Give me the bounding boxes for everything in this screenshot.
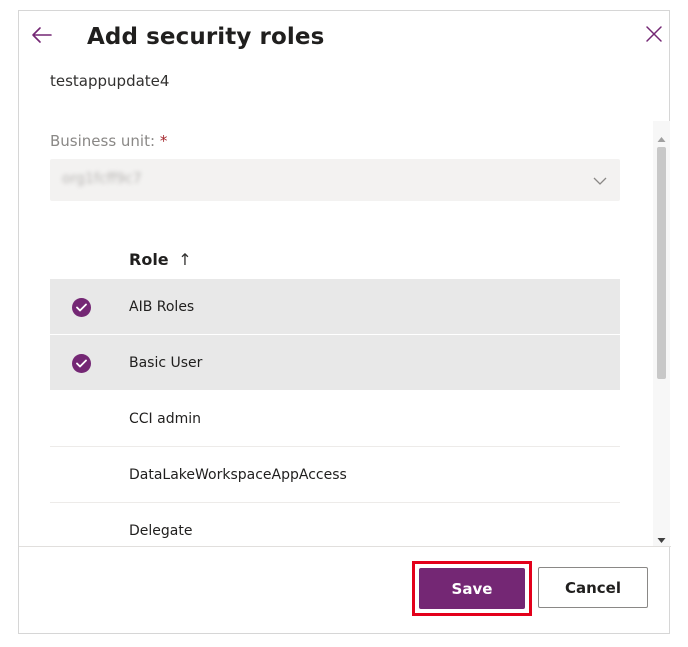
role-column-header-label: Role xyxy=(129,250,169,269)
save-button[interactable]: Save xyxy=(419,568,525,609)
roles-scroll-area[interactable]: Business unit: * org1fcff9c7 Role ↑ AIB … xyxy=(19,121,671,546)
role-column-header[interactable]: Role ↑ xyxy=(129,250,192,269)
back-arrow-icon[interactable] xyxy=(29,22,55,48)
role-label: CCI admin xyxy=(129,411,201,427)
scrollbar-thumb[interactable] xyxy=(657,147,666,379)
role-label: Basic User xyxy=(129,355,203,371)
role-row[interactable]: DataLakeWorkspaceAppAccess xyxy=(50,447,620,503)
role-row[interactable]: CCI admin xyxy=(50,391,620,447)
business-unit-dropdown[interactable]: org1fcff9c7 xyxy=(50,159,620,201)
business-unit-label-text: Business unit: xyxy=(50,132,156,150)
chevron-down-icon xyxy=(592,173,608,189)
footer-divider xyxy=(19,546,671,547)
user-name: testappupdate4 xyxy=(50,72,170,90)
role-label: AIB Roles xyxy=(129,299,195,315)
required-indicator: * xyxy=(159,132,168,150)
roles-list: AIB Roles Basic User CCI admin DataLakeW… xyxy=(50,279,620,546)
scroll-up-arrow-icon[interactable] xyxy=(657,130,666,142)
role-row[interactable]: AIB Roles xyxy=(50,279,620,335)
role-row[interactable]: Basic User xyxy=(50,335,620,391)
scroll-down-arrow-icon[interactable] xyxy=(657,530,666,543)
sort-ascending-icon: ↑ xyxy=(178,250,192,269)
vertical-scrollbar[interactable] xyxy=(653,121,670,546)
role-label: DataLakeWorkspaceAppAccess xyxy=(129,467,347,483)
role-row[interactable]: Delegate xyxy=(50,503,620,546)
business-unit-label: Business unit: * xyxy=(50,132,167,150)
close-icon[interactable] xyxy=(643,23,665,45)
add-security-roles-panel: Add security roles testappupdate4 Busine… xyxy=(18,10,671,634)
cancel-button[interactable]: Cancel xyxy=(538,567,648,608)
check-circle-icon[interactable] xyxy=(72,354,91,373)
check-circle-icon[interactable] xyxy=(72,298,91,317)
business-unit-value: org1fcff9c7 xyxy=(62,171,142,187)
role-label: Delegate xyxy=(129,523,193,539)
panel-title: Add security roles xyxy=(87,24,325,50)
